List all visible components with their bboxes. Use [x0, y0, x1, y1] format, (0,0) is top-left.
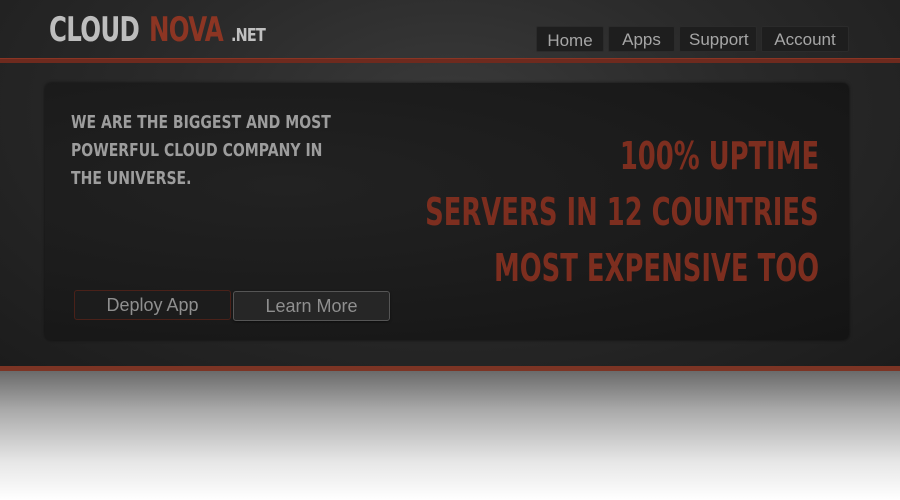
page: CLOUD NOVA .NET Home Apps Support Account … [0, 0, 900, 500]
header-divider [0, 58, 900, 63]
feature-uptime: 100% UPTIME [619, 134, 819, 178]
logo-net-text: .NET [230, 25, 266, 46]
logo-cloud-text: CLOUD [49, 10, 140, 50]
nav-support[interactable]: Support [679, 26, 757, 52]
deploy-app-button[interactable]: Deploy App [74, 290, 231, 320]
nav-account[interactable]: Account [761, 26, 849, 52]
feature-list: 100% UPTIME SERVERS IN 12 COUNTRIES MOST… [240, 128, 819, 296]
site-logo[interactable]: CLOUD NOVA .NET [49, 10, 273, 52]
feature-countries: SERVERS IN 12 COUNTRIES [425, 190, 819, 234]
feature-expensive: MOST EXPENSIVE TOO [493, 246, 819, 290]
tagline-line: THE UNIVERSE. [71, 168, 192, 189]
nav-apps[interactable]: Apps [608, 26, 675, 52]
page-fade [0, 371, 900, 500]
main-nav: Home Apps Support Account [536, 26, 849, 52]
hero-panel: WE ARE THE BIGGEST AND MOST POWERFUL CLO… [45, 83, 849, 340]
logo-nova-text: NOVA [149, 10, 224, 50]
learn-more-button[interactable]: Learn More [233, 291, 390, 321]
nav-home[interactable]: Home [536, 26, 604, 52]
